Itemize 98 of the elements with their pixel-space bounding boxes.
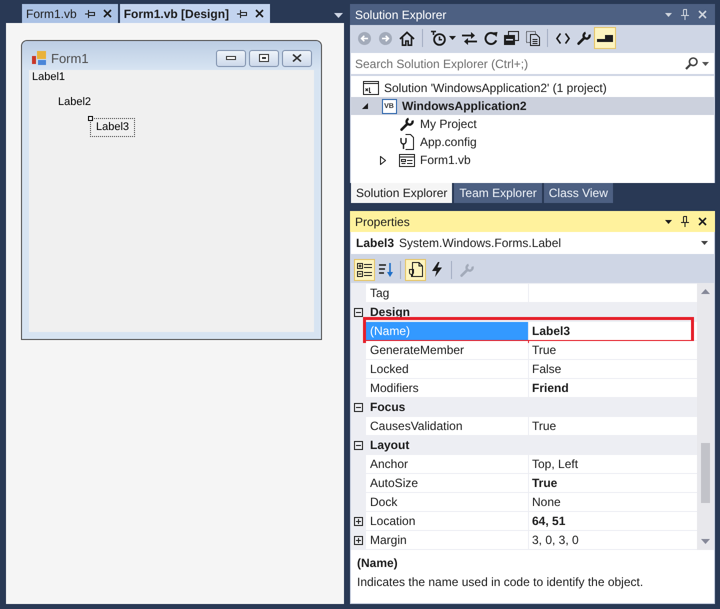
caret-icon [701,241,708,245]
minimize-icon [226,56,236,60]
property-value[interactable]: Friend [529,379,697,397]
pin-icon[interactable] [84,10,95,18]
collapsed-arrow-icon[interactable] [380,156,386,164]
tree-item[interactable]: Solution 'WindowsApplication2' (1 project) [351,79,714,97]
document-tab[interactable]: Form1.vb [22,4,118,23]
preview-button[interactable] [594,27,616,49]
property-value[interactable]: Top, Left [529,455,697,473]
object-type: System.Windows.Forms.Label [399,236,562,250]
close-icon[interactable] [255,9,264,18]
property-name[interactable]: Margin [366,531,528,549]
code-icon [556,32,570,44]
property-value[interactable]: 64, 51 [529,512,697,530]
files-icon [526,30,540,46]
description-title: (Name) [357,556,399,570]
stacked-windows-icon [504,31,519,45]
pin-icon[interactable] [681,216,689,227]
expand-icon[interactable] [354,516,363,526]
clock-icon [430,30,446,46]
tree-item[interactable]: Form1.vb [351,151,714,169]
tree-item[interactable]: App.config [351,133,714,151]
property-name[interactable]: Locked [366,360,528,378]
expand-icon[interactable] [354,536,363,544]
dropdown-icon[interactable] [334,13,343,18]
scroll-up-icon[interactable] [701,289,710,294]
tree-item[interactable]: My Project [351,115,714,133]
object-selector[interactable]: Label3 System.Windows.Forms.Label [351,232,714,254]
category-label: Design [370,305,410,319]
maximize-icon [259,54,269,62]
wrench-icon [400,117,414,131]
maximize-button[interactable] [249,50,279,66]
wrench-icon [460,262,474,276]
panel-tab[interactable]: Class View [544,183,613,203]
form-title: Form1 [51,50,89,66]
close-icon[interactable] [698,217,707,226]
forward-arrow-icon [379,32,392,44]
categorized-button[interactable] [354,258,375,280]
window-menu-icon[interactable] [665,220,672,224]
selection-handle-icon[interactable] [88,116,93,121]
property-value[interactable]: 3, 0, 3, 0 [529,531,697,549]
object-name: Label3 [356,236,394,250]
panel-tab[interactable]: Team Explorer [454,183,542,203]
property-value[interactable]: False [529,360,697,378]
property-value[interactable]: True [529,417,697,435]
sort-down-icon [378,262,392,276]
search-icon [685,57,698,70]
category-label: Layout [370,438,410,452]
category-label: Focus [370,400,406,414]
close-icon [292,54,302,62]
property-value[interactable]: Label3 [529,322,697,340]
property-name[interactable]: GenerateMember [366,341,528,359]
property-value[interactable]: True [529,474,697,492]
form-file-icon [399,154,415,166]
form-label[interactable]: Label2 [58,96,92,109]
panel-title: Properties [355,214,410,228]
wrench-icon [576,31,590,45]
two-arrows-icon [462,32,477,44]
home-icon [399,30,415,46]
description-text: Indicates the name used in code to identify the object. [357,575,644,589]
pin-icon[interactable] [237,10,248,18]
collapse-icon[interactable] [354,440,363,450]
document-plug-icon [408,262,422,277]
property-name[interactable]: CausesValidation [366,417,528,435]
scrollbar[interactable] [697,283,714,550]
property-view-button[interactable] [405,258,426,280]
form-icon [32,51,46,65]
property-name[interactable]: Modifiers [366,379,528,397]
property-name[interactable]: Location [366,512,528,530]
solution-icon [363,81,379,95]
form-label[interactable]: Label1 [32,71,66,84]
caret-icon [702,62,709,66]
config-file-icon [400,134,414,150]
property-name[interactable]: Tag [366,284,528,302]
collapse-icon[interactable] [354,308,363,316]
property-value[interactable]: True [529,341,697,359]
scroll-down-icon[interactable] [701,539,710,544]
search-button[interactable] [681,53,714,74]
close-icon[interactable] [102,9,112,18]
preview-bar-icon [597,34,613,42]
categorized-list-icon [357,262,372,276]
minimize-button[interactable] [216,50,246,66]
document-tab[interactable]: Form1.vb [Design] [120,4,270,23]
property-name[interactable]: Anchor [366,455,528,473]
collapse-icon[interactable] [354,402,363,412]
search-field[interactable]: Search Solution Explorer (Ctrl+;) [351,53,681,74]
scrollbar-thumb[interactable] [701,443,710,503]
panel-title: Solution Explorer [355,8,446,22]
caret-icon [449,36,456,40]
lightning-icon [432,262,442,277]
back-arrow-icon [358,32,371,44]
expanded-arrow-icon[interactable] [362,103,368,109]
property-name[interactable]: AutoSize [366,474,528,492]
panel-tab[interactable]: Solution Explorer [351,183,452,203]
property-name[interactable]: Dock [366,493,528,511]
property-value[interactable]: None [529,493,697,511]
close-button[interactable] [282,50,312,66]
refresh-icon [484,31,498,45]
